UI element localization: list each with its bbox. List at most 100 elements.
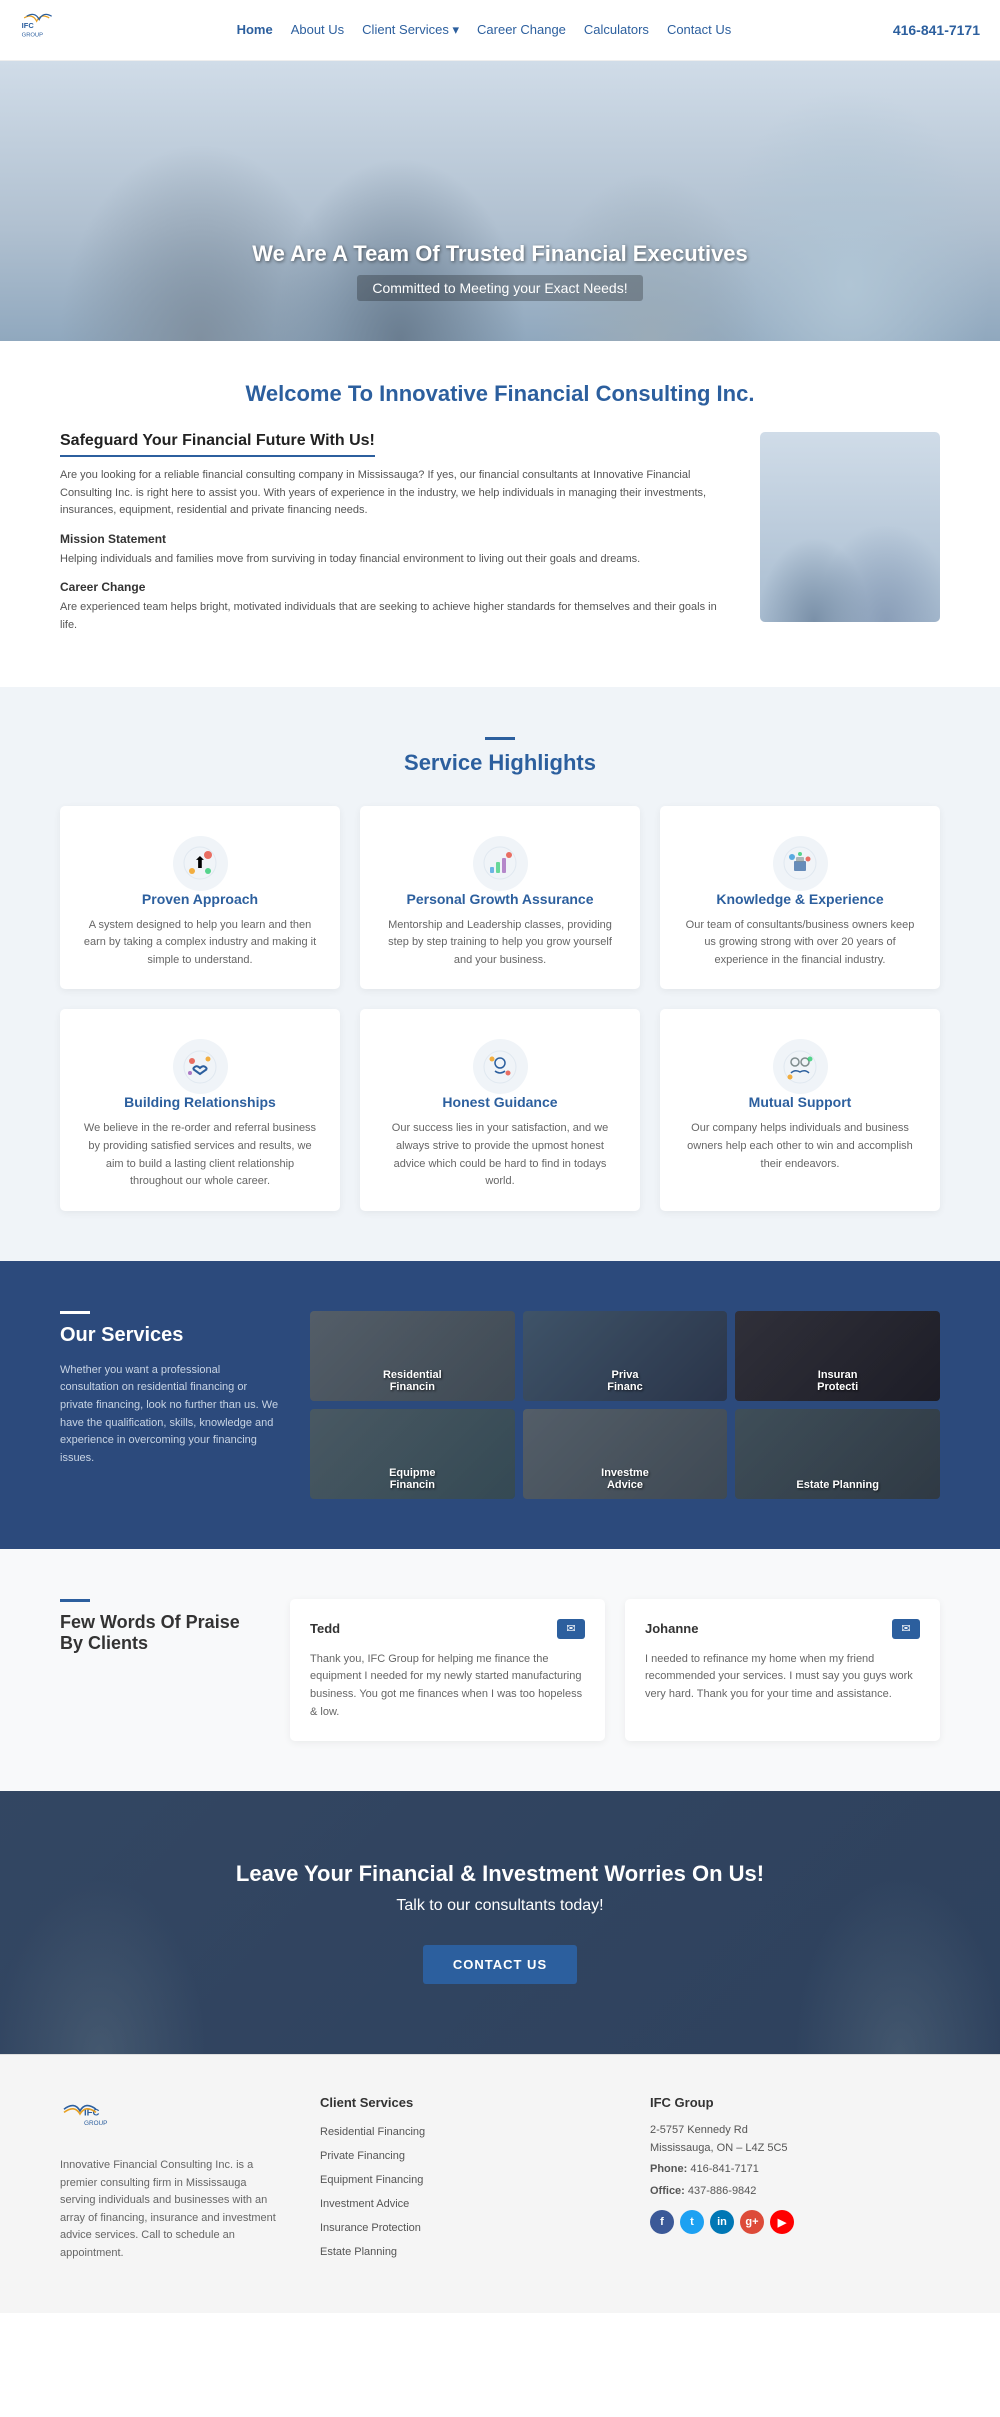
services-description: Whether you want a professional consulta… [60, 1362, 280, 1468]
footer-office: Office: 437-886-9842 [650, 2183, 940, 2201]
footer-inner: IFC GROUP Innovative Financial Consultin… [60, 2095, 940, 2273]
footer-logo-svg: IFC GROUP [60, 2095, 140, 2145]
youtube-icon[interactable]: ▶ [770, 2210, 794, 2234]
highlight-card-2: Personal Growth Assurance Mentorship and… [360, 806, 640, 990]
footer-phone: Phone: 416-841-7171 [650, 2161, 940, 2179]
welcome-title: Welcome To Innovative Financial Consulti… [60, 381, 940, 407]
footer-client-services-title: Client Services [320, 2095, 610, 2110]
footer-logo-area: IFC GROUP Innovative Financial Consultin… [60, 2095, 280, 2273]
highlight-title-3: Knowledge & Experience [680, 891, 920, 907]
svg-text:GROUP: GROUP [22, 32, 43, 38]
services-left-divider [60, 1311, 90, 1314]
service-tile-label-5: InvestmeAdvice [596, 1459, 654, 1499]
testimonials-divider [60, 1599, 90, 1602]
highlight-desc-6: Our company helps individuals and busine… [680, 1120, 920, 1173]
highlight-card-5: Honest Guidance Our success lies in your… [360, 1009, 640, 1210]
testimonials-title: Few Words Of Praise By Clients [60, 1612, 260, 1654]
phone-number: 416-841-7171 [690, 2163, 759, 2175]
highlight-desc-4: We believe in the re-order and referral … [80, 1120, 320, 1190]
twitter-icon[interactable]: t [680, 2210, 704, 2234]
service-tile-label-2: PrivaFinanc [602, 1361, 647, 1401]
mission-title: Mission Statement [60, 532, 730, 546]
services-inner: Our Services Whether you want a professi… [60, 1311, 940, 1499]
footer-contact: IFC Group 2-5757 Kennedy RdMississauga, … [650, 2095, 940, 2273]
proven-approach-icon: ⬆ [173, 836, 228, 891]
testimonial-header-2: Johanne ✉ [645, 1619, 920, 1639]
nav-links: Home About Us Client Services ▾ Career C… [237, 21, 732, 39]
linkedin-icon[interactable]: in [710, 2210, 734, 2234]
testimonial-name-2: Johanne [645, 1621, 698, 1636]
service-tile-6[interactable]: Estate Planning [735, 1409, 940, 1499]
footer-links: Residential Financing Private Financing … [320, 2122, 610, 2260]
service-tile-1[interactable]: ResidentialFinancin [310, 1311, 515, 1401]
service-highlights-title: Service Highlights [60, 750, 940, 776]
highlight-desc-1: A system designed to help you learn and … [80, 917, 320, 970]
nav-client-services[interactable]: Client Services ▾ [362, 22, 459, 37]
guidance-svg [482, 1049, 518, 1085]
welcome-heading: Safeguard Your Financial Future With Us! [60, 432, 375, 457]
hero-subtitle: Committed to Meeting your Exact Needs! [357, 275, 642, 301]
service-tile-2[interactable]: PrivaFinanc [523, 1311, 728, 1401]
cta-button[interactable]: CONTACT US [423, 1945, 577, 1984]
support-svg [782, 1049, 818, 1085]
highlight-title-4: Building Relationships [80, 1094, 320, 1110]
logo-icon: IFC GROUP [20, 10, 70, 50]
highlight-card-1: ⬆ Proven Approach A system designed to h… [60, 806, 340, 990]
service-tile-3[interactable]: InsuranProtecti [735, 1311, 940, 1401]
footer-link-1[interactable]: Residential Financing [320, 2122, 610, 2140]
testimonial-name-1: Tedd [310, 1621, 340, 1636]
guidance-icon [473, 1039, 528, 1094]
our-services-section: Our Services Whether you want a professi… [0, 1261, 1000, 1549]
service-tile-5[interactable]: InvestmeAdvice [523, 1409, 728, 1499]
relationships-icon [173, 1039, 228, 1094]
testimonial-card-1: Tedd ✉ Thank you, IFC Group for helping … [290, 1599, 605, 1741]
career-title: Career Change [60, 580, 730, 594]
navbar: IFC GROUP Home About Us Client Services … [0, 0, 1000, 61]
footer-link-6[interactable]: Estate Planning [320, 2242, 610, 2260]
cta-title: Leave Your Financial & Investment Worrie… [40, 1861, 960, 1887]
footer-logo: IFC GROUP [60, 2095, 280, 2145]
growth-svg [482, 845, 518, 881]
footer-link-2[interactable]: Private Financing [320, 2146, 610, 2164]
highlight-desc-5: Our success lies in your satisfaction, a… [380, 1120, 620, 1190]
testimonial-text-2: I needed to refinance my home when my fr… [645, 1651, 920, 1704]
mission-text: Helping individuals and families move fr… [60, 551, 730, 569]
office-label: Office: [650, 2185, 685, 2197]
nav-career[interactable]: Career Change [477, 22, 566, 37]
footer: IFC GROUP Innovative Financial Consultin… [0, 2054, 1000, 2313]
welcome-image [760, 432, 940, 622]
hero-title: We Are A Team Of Trusted Financial Execu… [252, 241, 748, 267]
knowledge-svg [782, 845, 818, 881]
footer-link-3[interactable]: Equipment Financing [320, 2170, 610, 2188]
services-left: Our Services Whether you want a professi… [60, 1311, 280, 1468]
highlight-title-2: Personal Growth Assurance [380, 891, 620, 907]
career-text: Are experienced team helps bright, motiv… [60, 599, 730, 634]
nav-contact[interactable]: Contact Us [667, 22, 731, 37]
cta-subtitle: Talk to our consultants today! [40, 1897, 960, 1915]
nav-phone: 416-841-7171 [893, 22, 980, 38]
welcome-text: Safeguard Your Financial Future With Us!… [60, 432, 730, 647]
nav-home[interactable]: Home [237, 22, 273, 37]
highlight-title-5: Honest Guidance [380, 1094, 620, 1110]
svg-text:IFC: IFC [22, 21, 35, 30]
footer-socials: f t in g+ ▶ [650, 2210, 940, 2234]
footer-link-5[interactable]: Insurance Protection [320, 2218, 610, 2236]
testimonial-email-icon-1: ✉ [557, 1619, 585, 1639]
personal-growth-icon [473, 836, 528, 891]
testimonial-email-icon-2: ✉ [892, 1619, 920, 1639]
googleplus-icon[interactable]: g+ [740, 2210, 764, 2234]
highlight-title-1: Proven Approach [80, 891, 320, 907]
testimonial-header-1: Tedd ✉ [310, 1619, 585, 1639]
testimonial-text-1: Thank you, IFC Group for helping me fina… [310, 1651, 585, 1721]
welcome-image-inner [760, 432, 940, 622]
highlight-card-6: Mutual Support Our company helps individ… [660, 1009, 940, 1210]
footer-link-4[interactable]: Investment Advice [320, 2194, 610, 2212]
service-tile-4[interactable]: EquipmeFinancin [310, 1409, 515, 1499]
nav-calculators[interactable]: Calculators [584, 22, 649, 37]
office-number: 437-886-9842 [688, 2185, 757, 2197]
cta-section: Leave Your Financial & Investment Worrie… [0, 1791, 1000, 2054]
nav-about[interactable]: About Us [291, 22, 344, 37]
footer-company-desc: Innovative Financial Consulting Inc. is … [60, 2157, 280, 2263]
facebook-icon[interactable]: f [650, 2210, 674, 2234]
highlight-title-6: Mutual Support [680, 1094, 920, 1110]
